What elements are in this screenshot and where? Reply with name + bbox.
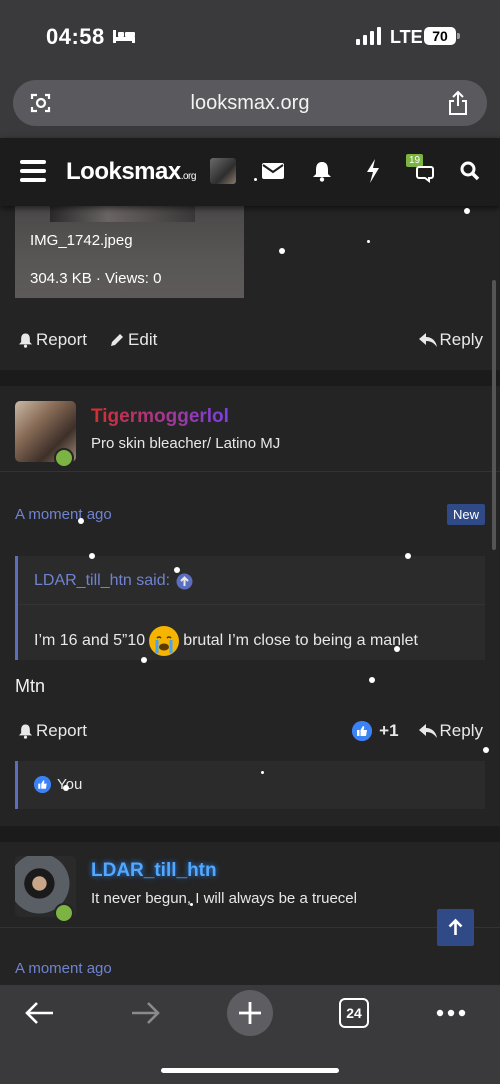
snowflake	[174, 567, 180, 573]
edit-button[interactable]: Edit	[109, 330, 157, 350]
scroll-to-top-button[interactable]	[437, 909, 474, 946]
status-time: 04:58	[46, 24, 105, 49]
quote-block: LDAR_till_htn said: I’m 16 and 5”10 brut…	[15, 556, 485, 660]
user-avatar[interactable]	[210, 158, 236, 184]
back-arrow-icon[interactable]	[25, 1001, 55, 1025]
reaction-count: +1	[379, 721, 399, 740]
battery-icon: 70	[424, 27, 456, 45]
signal-icon	[356, 27, 381, 45]
post-actions: Report +1 Reply	[0, 717, 500, 747]
snowflake	[483, 747, 489, 753]
snowflake	[261, 771, 264, 774]
browser-bottom-bar: 24	[0, 985, 500, 1084]
lightning-icon[interactable]	[365, 159, 381, 183]
snowflake	[141, 657, 147, 663]
reply-button[interactable]: Reply	[418, 330, 483, 350]
crying-emoji-icon	[149, 626, 180, 656]
snowflake	[279, 248, 285, 254]
battery-tip	[457, 33, 460, 39]
address-bar[interactable]: looksmax.org	[13, 80, 487, 126]
divider	[18, 604, 485, 605]
snowflake	[89, 553, 95, 559]
attachment-filename[interactable]: IMG_1742.jpeg	[30, 232, 133, 249]
inbox-icon[interactable]	[262, 163, 284, 179]
bell-icon[interactable]	[312, 160, 332, 182]
snowflake	[367, 240, 370, 243]
reactions-summary[interactable]: You	[15, 761, 485, 809]
report-button[interactable]: Report	[18, 330, 87, 350]
attachment-meta: 304.3 KB · Views: 0	[30, 270, 162, 287]
search-icon[interactable]	[460, 161, 480, 181]
post-body: Mtn	[15, 676, 46, 696]
post-timestamp[interactable]: A moment ago	[15, 960, 112, 977]
new-tab-button[interactable]	[227, 990, 273, 1036]
like-icon[interactable]	[352, 721, 373, 741]
share-icon[interactable]	[447, 90, 469, 116]
home-indicator[interactable]	[161, 1068, 339, 1073]
arrow-up-circle-icon[interactable]	[176, 573, 193, 590]
snowflake	[464, 208, 470, 214]
attachment-thumbnail[interactable]: IMG_1742.jpeg 304.3 KB · Views: 0	[15, 206, 244, 298]
like-icon	[34, 776, 51, 793]
quote-text: I’m 16 and 5”10 brutal I’m close to bein…	[34, 626, 418, 656]
new-badge: New	[446, 504, 485, 525]
snowflake	[394, 646, 400, 652]
sleep-focus-icon	[113, 30, 135, 43]
user-title: Pro skin bleacher/ Latino MJ	[91, 435, 281, 452]
reply-button[interactable]: Reply	[418, 721, 483, 741]
snowflake	[63, 785, 69, 791]
pencil-icon	[111, 334, 124, 346]
network-type: LTE	[390, 27, 423, 47]
arrow-up-icon	[448, 918, 463, 935]
online-indicator	[54, 448, 74, 468]
menu-icon[interactable]	[20, 160, 46, 182]
attachment-image	[50, 206, 195, 222]
post-separator	[0, 370, 500, 386]
conversations-icon[interactable]	[410, 163, 434, 183]
reply-icon	[418, 333, 437, 347]
reaction-button[interactable]: +1	[352, 721, 399, 741]
liked-by[interactable]: You	[57, 776, 82, 793]
online-indicator	[54, 903, 74, 923]
forward-arrow-icon[interactable]	[130, 1001, 160, 1025]
bell-icon	[18, 333, 33, 348]
site-logo[interactable]: Looksmax.org	[66, 158, 196, 186]
user-title: It never begun, I will always be a truec…	[91, 890, 357, 907]
plus-icon	[239, 1002, 261, 1024]
tab-switcher-button[interactable]: 24	[339, 998, 369, 1028]
snowflake	[190, 903, 193, 906]
snowflake	[254, 178, 257, 181]
report-button[interactable]: Report	[18, 721, 87, 741]
quote-attribution[interactable]: LDAR_till_htn said:	[34, 572, 193, 590]
snowflake	[78, 518, 84, 524]
scrollbar[interactable]	[492, 280, 496, 550]
post-user-block: Tigermoggerlol Pro skin bleacher/ Latino…	[0, 386, 500, 472]
snowflake	[369, 677, 375, 683]
site-header: Looksmax.org 19	[0, 138, 500, 206]
post-separator	[0, 826, 500, 842]
post-timestamp[interactable]: A moment ago	[15, 506, 112, 523]
more-options-icon[interactable]	[436, 1009, 466, 1017]
url-text[interactable]: looksmax.org	[13, 92, 487, 115]
status-bar: 04:58 LTE 70	[0, 0, 500, 76]
reply-icon	[418, 724, 437, 738]
browser-toolbar: looksmax.org	[0, 76, 500, 138]
post-user-block: LDAR_till_htn It never begun, I will alw…	[0, 842, 500, 928]
username[interactable]: LDAR_till_htn	[91, 860, 217, 882]
username[interactable]: Tigermoggerlol	[91, 406, 229, 428]
post-actions: Report Edit Reply	[0, 326, 500, 356]
bell-icon	[18, 724, 33, 739]
snowflake	[405, 553, 411, 559]
